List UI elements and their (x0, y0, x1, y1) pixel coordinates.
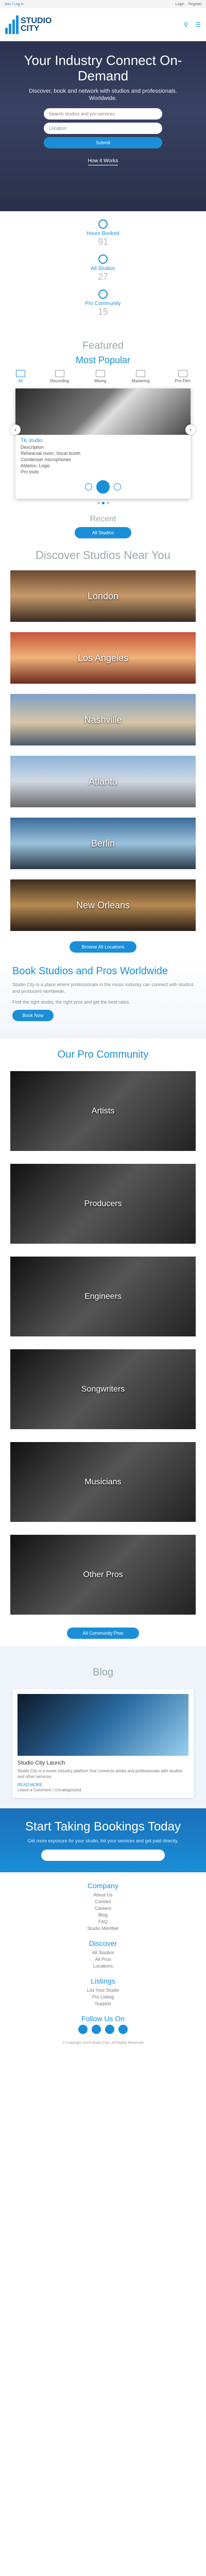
stat-studios: All Studios 27 (0, 255, 206, 282)
mixer-icon (95, 370, 105, 377)
tab-mixing[interactable]: Mixing (94, 370, 106, 383)
pro-card[interactable]: Engineers (10, 1257, 196, 1336)
community-title: Our Pro Community (57, 1049, 149, 1060)
next-arrow-icon[interactable]: › (185, 425, 196, 435)
browse-locations-button[interactable]: Browse All Locations (70, 941, 136, 953)
recent-title: Recent (90, 515, 116, 523)
top-bar: Join / Log in Login Register (0, 0, 206, 8)
discover-title: Discover Studios Near You (36, 549, 170, 562)
book-now-button[interactable]: Book Now (12, 1010, 54, 1021)
post-title[interactable]: Studio City Launch (18, 1760, 188, 1766)
featured-title: Featured (82, 340, 124, 351)
pro-card[interactable]: Artists (10, 1071, 196, 1151)
audio-player (15, 478, 191, 499)
login-link[interactable]: Login (176, 3, 184, 6)
studio-name: TK studio (21, 438, 43, 444)
post-image (18, 1694, 188, 1756)
clock-icon (98, 219, 108, 229)
city-card[interactable]: Los Angeles (10, 632, 196, 684)
discover: Discover Studios Near You London Los Ang… (0, 549, 206, 953)
studio-icon (98, 255, 108, 264)
menu-icon[interactable]: ☰ (195, 21, 201, 28)
city-card[interactable]: Nashville (10, 694, 196, 745)
studio-image (15, 388, 191, 435)
featured-subtitle: Most Popular (75, 355, 131, 365)
location-input[interactable]: Location (44, 123, 162, 134)
footer: Company About Us Contact Careers Blog FA… (0, 1872, 206, 2055)
instagram-icon[interactable] (105, 2025, 114, 2034)
read-more-link[interactable]: READ MORE (18, 1783, 188, 1787)
logo-icon (5, 15, 19, 34)
all-studios-button[interactable]: All Studios (75, 527, 131, 538)
camera-icon (178, 370, 187, 377)
pro-card[interactable]: Musicians (10, 1442, 196, 1522)
social-links (0, 2025, 206, 2034)
wave-icon (135, 370, 145, 377)
prev-arrow-icon[interactable]: ‹ (10, 425, 21, 435)
stat-community: Pro Community 15 (0, 290, 206, 317)
hero-subtitle: Discover, book and network with studios … (29, 88, 177, 101)
city-card[interactable]: London (10, 570, 196, 622)
hero: Your Industry Connect On-Demand Discover… (0, 41, 206, 211)
search-icon[interactable]: ⚲ (183, 21, 188, 28)
grid-icon (15, 370, 25, 377)
next-icon[interactable] (114, 483, 121, 490)
city-card[interactable]: New Orleans (10, 879, 196, 931)
submit-button[interactable]: Submit (44, 137, 162, 148)
tab-recording[interactable]: Recording (50, 370, 69, 383)
blog: Blog Studio City Launch Studio City is a… (0, 1646, 206, 1808)
book-section: Book Studios and Pros Worldwide Studio C… (0, 960, 206, 1039)
mic-icon (55, 370, 64, 377)
pro-card[interactable]: Other Pros (10, 1535, 196, 1615)
how-it-works-link[interactable]: How it Works (88, 158, 118, 165)
hero-title: Your Industry Connect On-Demand (24, 53, 182, 83)
logo-line1: STUDIO (21, 16, 52, 25)
stats: Hours Booked 91 All Studios 27 Pro Commu… (0, 211, 206, 330)
site-header: STUDIO CITY ⚲ ☰ (0, 8, 206, 41)
twitter-icon[interactable] (92, 2025, 101, 2034)
register-link[interactable]: Register (188, 3, 202, 6)
community: Our Pro Community Artists Producers Engi… (0, 1049, 206, 1639)
carousel-dots[interactable] (0, 502, 206, 504)
pro-card[interactable]: Songwriters (10, 1349, 196, 1429)
logo-line2: CITY (21, 24, 40, 33)
pro-card[interactable]: Producers (10, 1164, 196, 1244)
city-card[interactable]: Atlanta (10, 756, 196, 807)
blog-title: Blog (92, 1667, 114, 1678)
tab-all[interactable]: All (15, 370, 25, 383)
book-title: Book Studios and Pros Worldwide (12, 965, 168, 977)
tab-mastering[interactable]: Mastering (131, 370, 150, 383)
play-icon[interactable] (96, 480, 110, 494)
site-logo[interactable]: STUDIO CITY (5, 15, 52, 34)
people-icon (98, 290, 108, 299)
community-button[interactable]: All Community Pros (67, 1628, 139, 1639)
facebook-icon[interactable] (78, 2025, 88, 2034)
search-input[interactable]: Search studios and pro services (44, 108, 162, 120)
copyright: © Copyright 2019 Studio City | All Right… (62, 2041, 144, 2045)
blog-post[interactable]: Studio City Launch Studio City is a musi… (12, 1689, 194, 1798)
cta: Start Taking Bookings Today Get more exp… (0, 1808, 206, 1872)
youtube-icon[interactable] (118, 2025, 128, 2034)
stat-hours: Hours Booked 91 (0, 219, 206, 247)
featured: Featured Most Popular All Recording Mixi… (0, 340, 206, 538)
tab-pro-film[interactable]: Pro Film (175, 370, 190, 383)
prev-icon[interactable] (85, 483, 92, 490)
city-card[interactable]: Berlin (10, 818, 196, 869)
join-link[interactable]: Join / Log in (4, 3, 24, 6)
featured-card[interactable]: ‹ › TK studio Description Rehearsal room… (10, 388, 196, 499)
cta-title: Start Taking Bookings Today (25, 1820, 181, 1834)
category-tabs: All Recording Mixing Mastering Pro Film (0, 370, 206, 383)
list-space-button[interactable] (41, 1850, 165, 1861)
